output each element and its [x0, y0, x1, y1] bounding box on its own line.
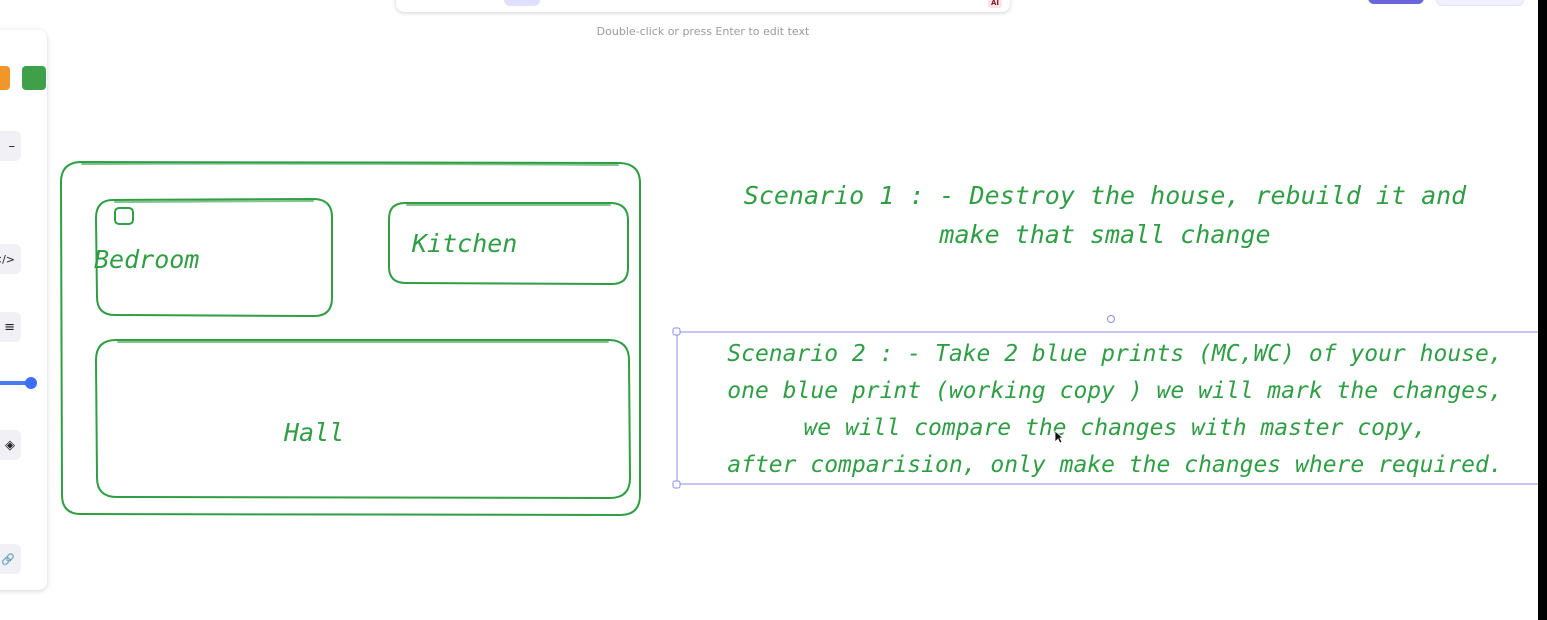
room-handle — [114, 207, 134, 225]
scenario-2-line: one blue print (working copy ) we will m… — [727, 378, 1503, 404]
scenario-2-text[interactable]: Scenario 2 : - Take 2 blue prints (MC,WC… — [680, 336, 1547, 484]
scenario-2-line: Scenario 2 : - Take 2 blue prints (MC,WC… — [727, 341, 1503, 367]
window-edge — [1538, 0, 1547, 620]
resize-handle-top-left — [672, 327, 681, 336]
kitchen-label: Kitchen — [412, 229, 518, 258]
scenario-2-line: we will compare the changes with master … — [803, 415, 1427, 441]
mouse-pointer-icon — [1054, 430, 1064, 444]
drawing-layer — [59, 160, 1547, 517]
resize-handle-bottom-left — [672, 480, 681, 489]
scenario-1-line: Scenario 1 : - Destroy the house, rebuil… — [743, 181, 1467, 210]
house-outline — [59, 160, 641, 517]
scenario-1-line: make that small change — [939, 220, 1271, 249]
scenario-2-line: after comparision, only make the changes… — [727, 452, 1503, 478]
hall-outline — [94, 339, 632, 500]
scenario-1-text[interactable]: Scenario 1 : - Destroy the house, rebuil… — [700, 176, 1510, 254]
whiteboard-canvas[interactable]: AI Double-click or press Enter to edit t… — [0, 0, 1547, 620]
bedroom-label: Bedroom — [94, 245, 200, 274]
rotation-handle — [1107, 315, 1115, 323]
hall-label: Hall — [284, 418, 345, 447]
